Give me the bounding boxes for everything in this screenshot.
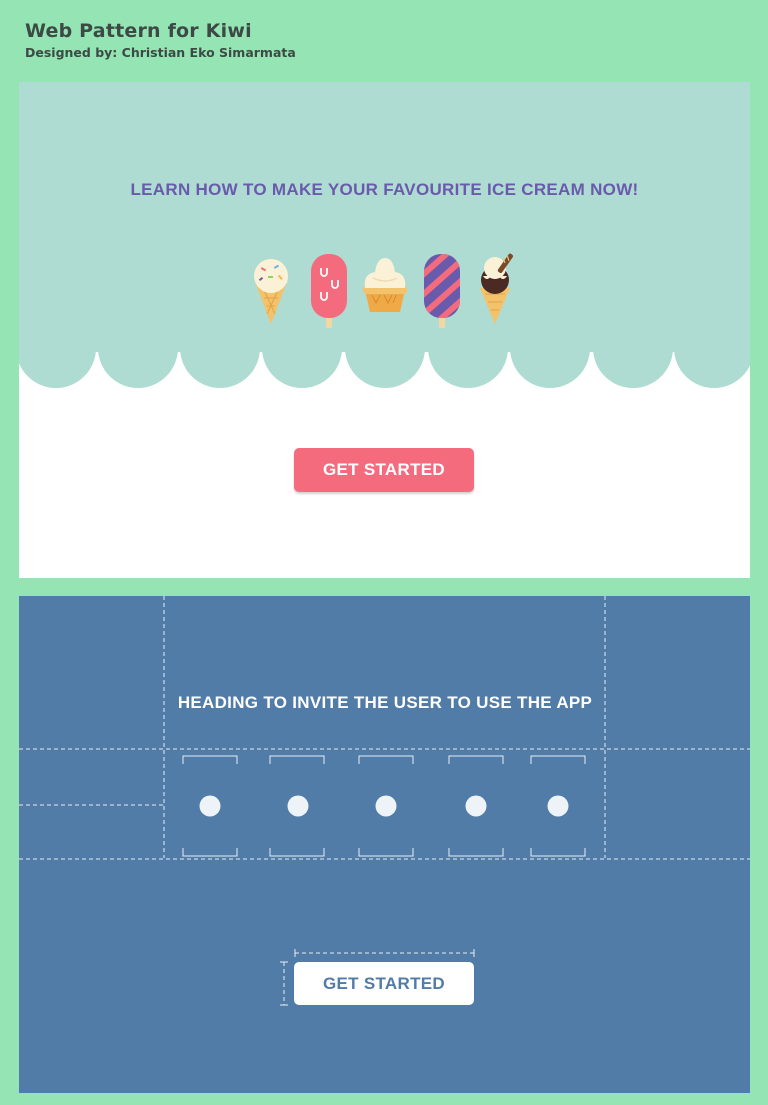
get-started-button-wireframe[interactable]: GET STARTED [294, 962, 474, 1005]
get-started-button[interactable]: GET STARTED [294, 448, 474, 492]
cupcake-cone-icon [363, 258, 407, 312]
wireframe-panel: HEADING TO INVITE THE USER TO USE THE AP… [19, 596, 750, 1093]
scallop [262, 348, 342, 388]
design-panel: LEARN HOW TO MAKE YOUR FAVOURITE ICE CRE… [19, 82, 750, 578]
pink-popsicle-icon [311, 254, 347, 328]
page-subtitle: Designed by: Christian Eko Simarmata [25, 45, 296, 60]
hero-heading: LEARN HOW TO MAKE YOUR FAVOURITE ICE CRE… [130, 180, 639, 199]
layout-guides [19, 596, 750, 1006]
icon-placeholder [287, 795, 309, 817]
scallop [428, 348, 508, 388]
scallop [345, 348, 425, 388]
scallop [510, 348, 590, 388]
page-title: Web Pattern for Kiwi [25, 20, 252, 42]
scallop [180, 348, 260, 388]
ice-cream-icons [254, 253, 513, 328]
page-header: Web Pattern for Kiwi Designed by: Christ… [25, 20, 296, 60]
icon-placeholder [547, 795, 569, 817]
striped-popsicle-icon [424, 254, 460, 328]
chocolate-cone-icon [480, 253, 513, 324]
icon-placeholder [375, 795, 397, 817]
scallop [593, 348, 673, 388]
scallop [674, 348, 750, 388]
sprinkle-cone-icon [254, 259, 288, 324]
icon-placeholder [465, 795, 487, 817]
scallop [98, 348, 178, 388]
scallop [19, 348, 96, 388]
icon-placeholder [199, 795, 221, 817]
invite-heading: HEADING TO INVITE THE USER TO USE THE AP… [177, 693, 593, 712]
